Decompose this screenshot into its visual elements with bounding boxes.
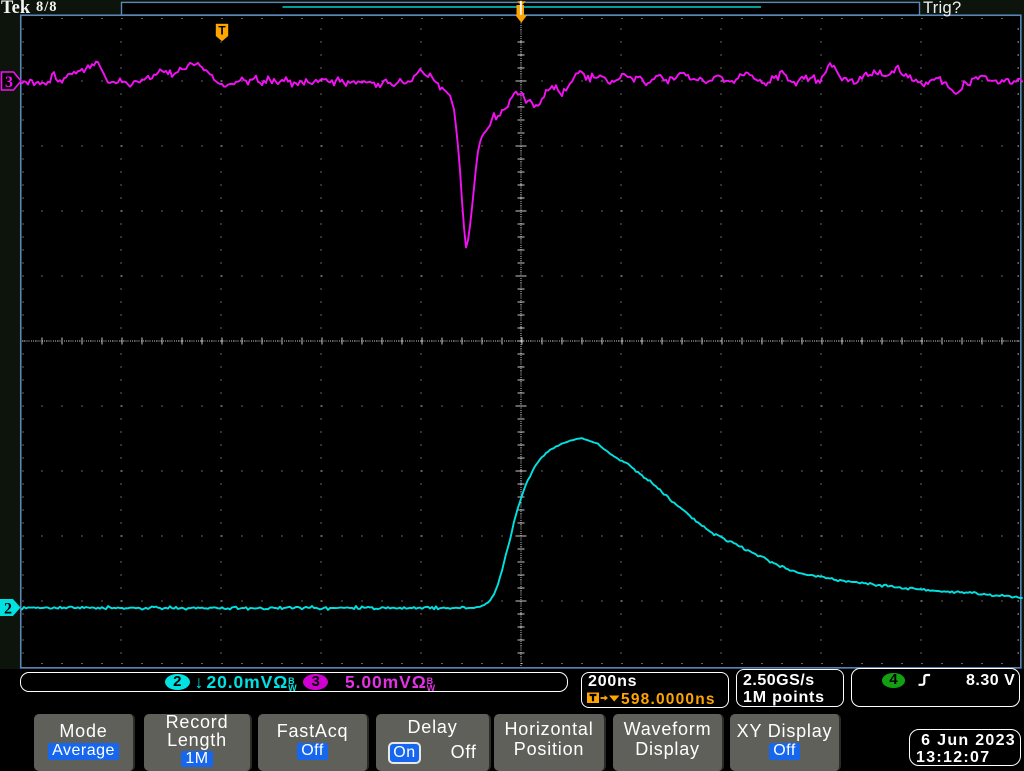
svg-text:T: T xyxy=(218,24,226,38)
svg-text:3: 3 xyxy=(5,74,13,91)
svg-text:2: 2 xyxy=(4,601,12,618)
